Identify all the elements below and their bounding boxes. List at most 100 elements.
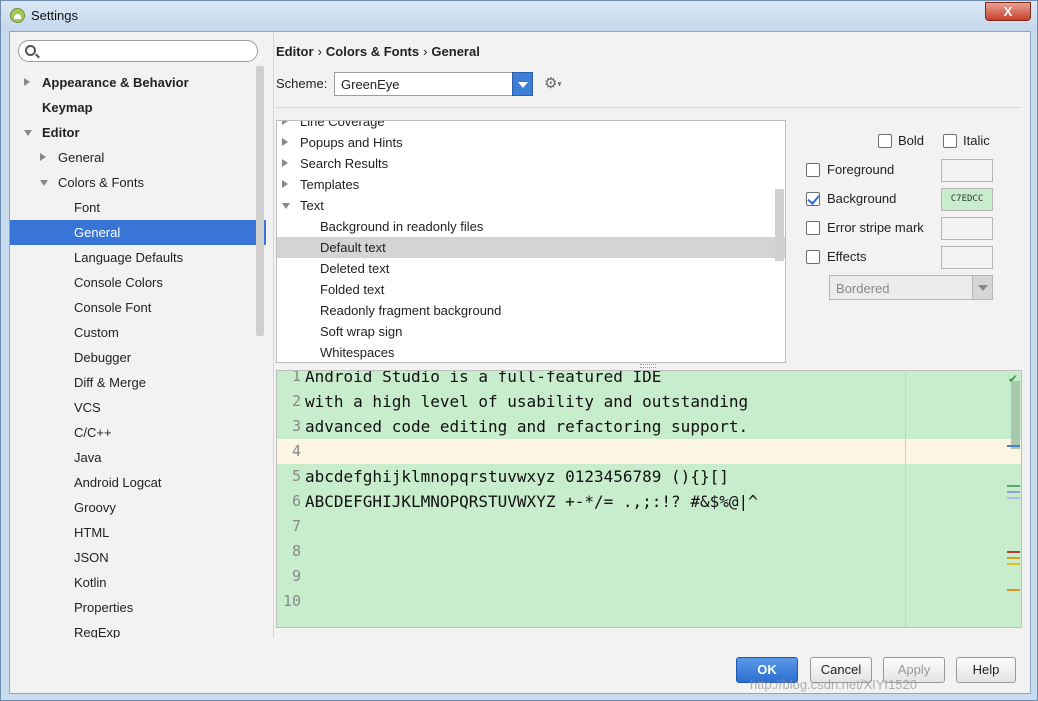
pane-splitter[interactable]: [266, 32, 274, 638]
tree-item[interactable]: Line Coverage: [277, 121, 785, 132]
error-stripe-color-swatch[interactable]: [941, 217, 993, 240]
tree-item[interactable]: Background in readonly files: [277, 216, 785, 237]
chevron-right-icon[interactable]: [282, 159, 288, 167]
chevron-right-icon[interactable]: [282, 121, 288, 125]
line-number: 6: [291, 492, 301, 510]
chevron-right-icon[interactable]: [282, 180, 288, 188]
search-box[interactable]: [18, 40, 258, 62]
help-button[interactable]: Help: [956, 657, 1016, 683]
tree-item[interactable]: Templates: [277, 174, 785, 195]
breadcrumb-general: General: [431, 44, 480, 59]
tree-item[interactable]: Deleted text: [277, 258, 785, 279]
sidebar-item[interactable]: General: [10, 220, 266, 245]
sidebar-item-label: VCS: [74, 400, 101, 415]
sidebar-item[interactable]: Groovy: [10, 495, 266, 520]
chevron-down-icon[interactable]: [24, 130, 32, 136]
sidebar-item[interactable]: JSON: [10, 545, 266, 570]
tree-item[interactable]: Popups and Hints: [277, 132, 785, 153]
close-button[interactable]: X: [985, 2, 1031, 21]
sidebar-item-label: Keymap: [42, 100, 93, 115]
scheme-label: Scheme:: [276, 76, 328, 91]
sidebar-item-label: Diff & Merge: [74, 375, 147, 390]
sidebar-item[interactable]: Custom: [10, 320, 266, 345]
italic-checkbox[interactable]: [943, 134, 957, 148]
background-checkbox[interactable]: [806, 192, 820, 206]
sidebar-item[interactable]: Editor: [10, 120, 266, 145]
tree-item-label: Folded text: [320, 282, 385, 297]
search-icon: [25, 45, 36, 56]
chevron-right-icon[interactable]: [40, 153, 46, 161]
effects-type-dropdown[interactable]: Bordered: [829, 275, 993, 300]
divider: [276, 107, 1022, 108]
sidebar-item[interactable]: Font: [10, 195, 266, 220]
code-text: ABCDEFGHIJKLMNOPQRSTUVWXYZ +-*/= .,;:!? …: [305, 492, 758, 511]
line-number: 2: [291, 392, 301, 410]
tree-item-label: Search Results: [300, 156, 389, 171]
tree-item[interactable]: Soft wrap sign: [277, 321, 785, 342]
tree-item-label: Readonly fragment background: [320, 303, 502, 318]
line-number: 10: [282, 592, 301, 610]
tree-item[interactable]: Folded text: [277, 279, 785, 300]
sidebar-item[interactable]: Java: [10, 445, 266, 470]
sidebar-scrollbar[interactable]: [256, 66, 264, 336]
tree-scrollbar[interactable]: [775, 189, 784, 261]
effects-checkbox[interactable]: [806, 250, 820, 264]
chevron-down-icon[interactable]: [40, 180, 48, 186]
chevron-right-icon[interactable]: [282, 138, 288, 146]
editor-line: 6 ABCDEFGHIJKLMNOPQRSTUVWXYZ +-*/= .,;:!?…: [277, 489, 1021, 514]
breadcrumb-editor: Editor: [276, 44, 314, 59]
foreground-color-swatch[interactable]: [941, 159, 993, 182]
sidebar-item-label: Properties: [74, 600, 134, 615]
sidebar-item[interactable]: Colors & Fonts: [10, 170, 266, 195]
chevron-down-icon[interactable]: [512, 72, 533, 96]
tree-item[interactable]: Default text: [277, 237, 785, 258]
title-bar: Settings X: [1, 1, 1037, 31]
sidebar-item-label: Custom: [74, 325, 119, 340]
tree-item[interactable]: Text: [277, 195, 785, 216]
sidebar-item[interactable]: Keymap: [10, 95, 266, 120]
tree-item[interactable]: Search Results: [277, 153, 785, 174]
tree-item[interactable]: Readonly fragment background: [277, 300, 785, 321]
effects-color-swatch[interactable]: [941, 246, 993, 269]
scheme-dropdown[interactable]: GreenEye: [334, 72, 533, 96]
breadcrumb-colors-fonts: Colors & Fonts: [325, 44, 420, 59]
editor-line: 4: [277, 439, 1021, 464]
sidebar-item[interactable]: Debugger: [10, 345, 266, 370]
sidebar-item[interactable]: Diff & Merge: [10, 370, 266, 395]
tree-item-label: Background in readonly files: [320, 219, 484, 234]
background-label: Background: [827, 191, 897, 206]
search-input[interactable]: [41, 43, 251, 59]
tree-item-label: Templates: [300, 177, 360, 192]
sidebar-item[interactable]: RegExp: [10, 620, 266, 638]
editor-preview[interactable]: 1 Android Studio is a full-featured IDE 2 w…: [276, 370, 1022, 628]
sidebar-item[interactable]: Properties: [10, 595, 266, 620]
sidebar-item[interactable]: Console Font: [10, 295, 266, 320]
gear-icon[interactable]: ⚙▾: [544, 76, 561, 92]
sidebar-item[interactable]: VCS: [10, 395, 266, 420]
sidebar-item[interactable]: Console Colors: [10, 270, 266, 295]
editor-scrollbar[interactable]: [1011, 381, 1020, 449]
sidebar-item[interactable]: Appearance & Behavior: [10, 70, 266, 95]
tree-item[interactable]: Whitespaces: [277, 342, 785, 362]
bold-checkbox[interactable]: [878, 134, 892, 148]
line-number: 7: [291, 517, 301, 535]
error-stripe-checkbox[interactable]: [806, 221, 820, 235]
sidebar-item[interactable]: Android Logcat: [10, 470, 266, 495]
sidebar-item[interactable]: Kotlin: [10, 570, 266, 595]
tree-item-label: Whitespaces: [320, 345, 395, 360]
chevron-down-icon[interactable]: [972, 275, 993, 300]
sidebar-item[interactable]: Language Defaults: [10, 245, 266, 270]
chevron-right-icon[interactable]: [24, 78, 30, 86]
editor-line: 2 with a high level of usability and outs…: [277, 389, 1021, 414]
sidebar-item[interactable]: C/C++: [10, 420, 266, 445]
chevron-down-icon[interactable]: [282, 203, 290, 209]
settings-sidebar: Appearance & Behavior Keymap Editor General…: [10, 32, 266, 638]
sidebar-item[interactable]: HTML: [10, 520, 266, 545]
resize-grip[interactable]: [640, 364, 656, 368]
foreground-checkbox[interactable]: [806, 163, 820, 177]
error-stripe-label: Error stripe mark: [827, 220, 924, 235]
stripe-mark: [1007, 589, 1020, 591]
sidebar-item[interactable]: General: [10, 145, 266, 170]
sidebar-item-label: Console Font: [74, 300, 152, 315]
background-color-swatch[interactable]: C7EDCC: [941, 188, 993, 211]
